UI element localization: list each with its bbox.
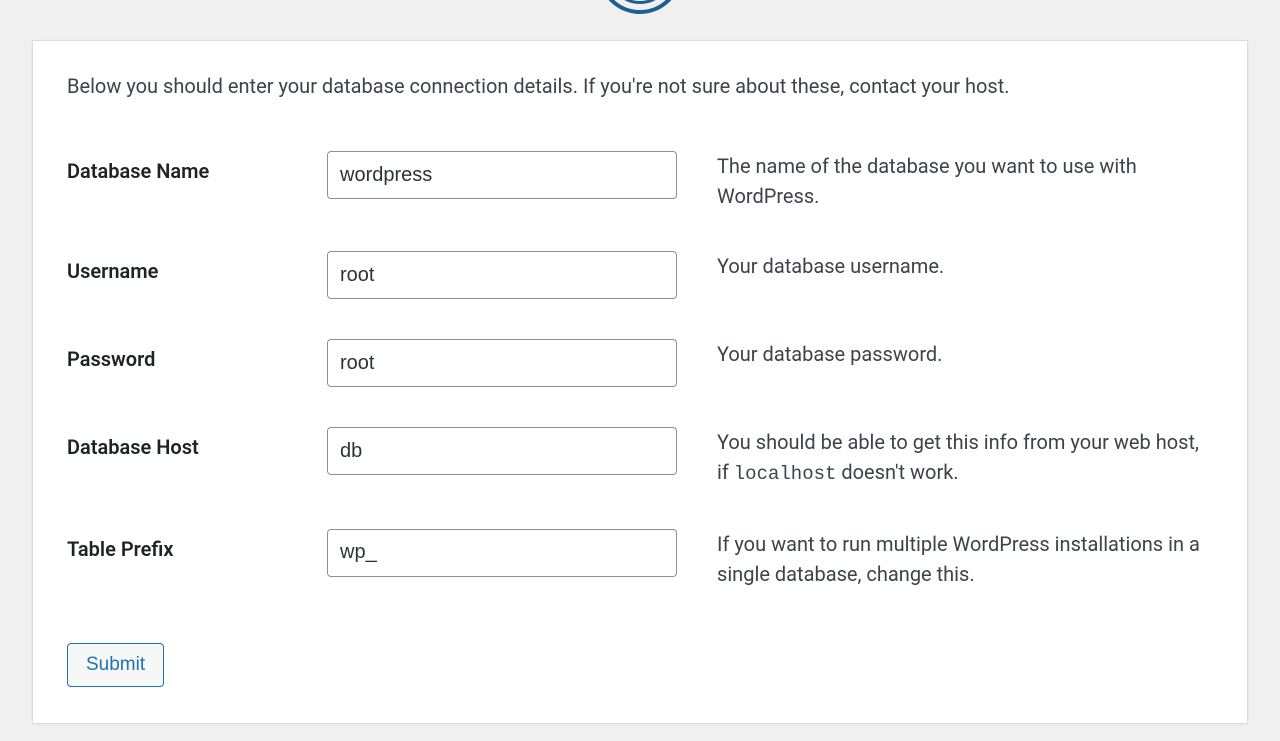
row-username: Username Your database username. bbox=[67, 231, 1213, 319]
intro-text: Below you should enter your database con… bbox=[67, 71, 1213, 101]
label-password: Password bbox=[67, 319, 327, 407]
form-table: Database Name The name of the database y… bbox=[67, 131, 1213, 609]
label-table-prefix: Table Prefix bbox=[67, 509, 327, 609]
input-table-prefix[interactable] bbox=[327, 529, 677, 577]
input-database-name[interactable] bbox=[327, 151, 677, 199]
submit-button[interactable]: Submit bbox=[67, 643, 164, 688]
desc-username: Your database username. bbox=[717, 231, 1213, 319]
setup-form-card: Below you should enter your database con… bbox=[32, 40, 1248, 724]
input-username[interactable] bbox=[327, 251, 677, 299]
desc-table-prefix: If you want to run multiple WordPress in… bbox=[717, 509, 1213, 609]
row-database-host: Database Host You should be able to get … bbox=[67, 407, 1213, 509]
input-password[interactable] bbox=[327, 339, 677, 387]
code-localhost: localhost bbox=[734, 463, 837, 485]
desc-password: Your database password. bbox=[717, 319, 1213, 407]
wordpress-logo-icon bbox=[598, 0, 682, 14]
row-password: Password Your database password. bbox=[67, 319, 1213, 407]
label-database-host: Database Host bbox=[67, 407, 327, 509]
desc-database-host: You should be able to get this info from… bbox=[717, 407, 1213, 509]
row-table-prefix: Table Prefix If you want to run multiple… bbox=[67, 509, 1213, 609]
desc-database-name: The name of the database you want to use… bbox=[717, 131, 1213, 231]
label-database-name: Database Name bbox=[67, 131, 327, 231]
label-username: Username bbox=[67, 231, 327, 319]
input-database-host[interactable] bbox=[327, 427, 677, 475]
row-database-name: Database Name The name of the database y… bbox=[67, 131, 1213, 231]
wordpress-logo bbox=[0, 0, 1280, 18]
